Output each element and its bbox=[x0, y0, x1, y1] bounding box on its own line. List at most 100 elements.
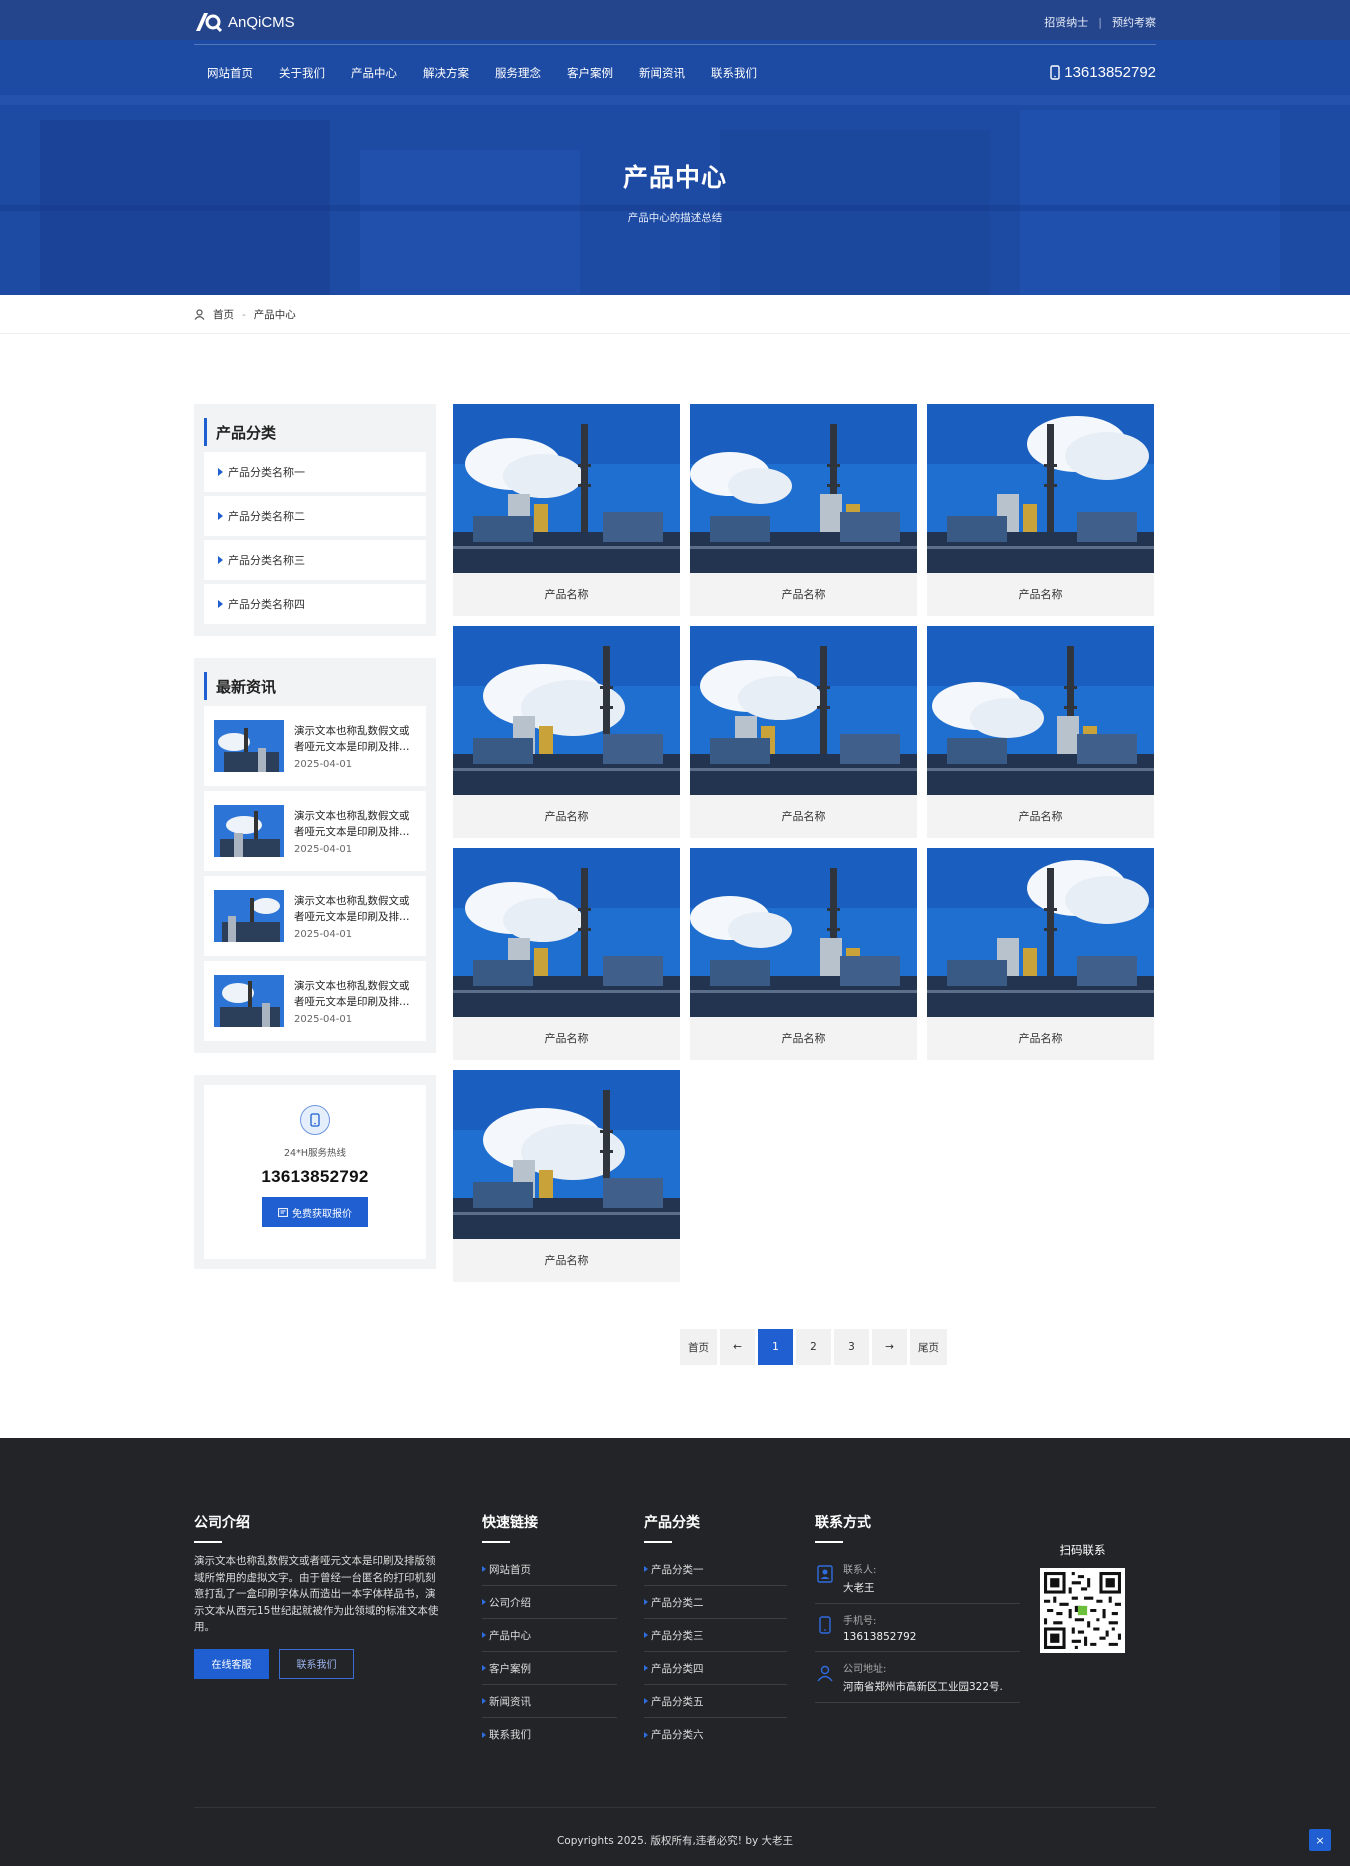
message-icon bbox=[278, 1207, 288, 1217]
triangle-right-icon bbox=[218, 468, 223, 476]
footer-divider bbox=[194, 1807, 1156, 1808]
top-link-recruit[interactable]: 招贤纳士 bbox=[1044, 14, 1088, 30]
triangle-right-icon bbox=[218, 600, 223, 608]
product-card[interactable]: 产品名称 bbox=[927, 848, 1154, 1060]
hotline-label: 24*H服务热线 bbox=[284, 1148, 346, 1159]
footer-columns: 公司介绍 演示文本也称乱数假文或者哑元文本是印刷及排版领域所常用的虚拟文字。由于… bbox=[194, 1438, 1156, 1751]
news-title: 演示文本也称乱数假文或者哑元文本是印刷及排… bbox=[294, 894, 410, 923]
product-card[interactable]: 产品名称 bbox=[453, 848, 680, 1060]
nav-item-products[interactable]: 产品中心 bbox=[338, 65, 410, 81]
news-thumbnail bbox=[214, 975, 284, 1027]
close-float-button[interactable]: × bbox=[1309, 1829, 1331, 1851]
user-location-icon bbox=[817, 1665, 833, 1682]
footer-contact: 联系方式 联系人: 大老王 手机号: 13613852792 公司地址: 河南省郑州市… bbox=[815, 1512, 1020, 1751]
product-card[interactable]: 产品名称 bbox=[690, 848, 917, 1060]
top-links: 招贤纳士 | 预约考察 bbox=[1044, 14, 1156, 30]
product-card[interactable]: 产品名称 bbox=[690, 626, 917, 838]
footer-category-link[interactable]: 产品分类三 bbox=[644, 1619, 787, 1652]
page-prev[interactable]: ← bbox=[720, 1329, 755, 1365]
top-link-visit[interactable]: 预约考察 bbox=[1112, 14, 1156, 30]
nav-item-solutions[interactable]: 解决方案 bbox=[410, 65, 482, 81]
quote-button[interactable]: 免费获取报价 bbox=[262, 1197, 368, 1227]
qr-code-icon bbox=[1044, 1572, 1121, 1649]
contact-person-label: 联系人: bbox=[843, 1565, 877, 1576]
footer-category-label: 产品分类三 bbox=[651, 1629, 704, 1642]
page-first[interactable]: 首页 bbox=[680, 1329, 717, 1365]
header-phone-number: 13613852792 bbox=[1064, 64, 1156, 81]
category-item[interactable]: 产品分类名称三 bbox=[204, 540, 426, 580]
nav-item-contact[interactable]: 联系我们 bbox=[698, 65, 770, 81]
footer-link-label: 产品中心 bbox=[489, 1629, 531, 1642]
nav-item-service[interactable]: 服务理念 bbox=[482, 65, 554, 81]
product-name: 产品名称 bbox=[544, 810, 589, 823]
footer-quick-links: 快速链接 网站首页 公司介绍 产品中心 客户案例 新闻资讯 联系我们 bbox=[482, 1512, 617, 1751]
page-number-2[interactable]: 2 bbox=[796, 1329, 831, 1365]
footer-category-link[interactable]: 产品分类四 bbox=[644, 1652, 787, 1685]
news-item[interactable]: 演示文本也称乱数假文或者哑元文本是印刷及排… 2025-04-01 bbox=[204, 706, 426, 786]
category-item[interactable]: 产品分类名称四 bbox=[204, 584, 426, 624]
footer-category-link[interactable]: 产品分类五 bbox=[644, 1685, 787, 1718]
footer-category-label: 产品分类六 bbox=[651, 1729, 704, 1741]
news-thumbnail bbox=[214, 890, 284, 942]
main-content: 产品分类 产品分类名称一 产品分类名称二 产品分类名称三 产品分类名称四 最新资… bbox=[194, 334, 1156, 1291]
product-image bbox=[690, 404, 917, 573]
footer-category-label: 产品分类四 bbox=[651, 1662, 704, 1675]
page-next[interactable]: → bbox=[872, 1329, 907, 1365]
footer-link[interactable]: 联系我们 bbox=[482, 1718, 617, 1751]
news-title: 演示文本也称乱数假文或者哑元文本是印刷及排… bbox=[294, 979, 410, 1008]
product-card[interactable]: 产品名称 bbox=[927, 404, 1154, 616]
header-phone[interactable]: 13613852792 bbox=[1050, 64, 1156, 81]
product-image bbox=[453, 848, 680, 1017]
nav-item-cases[interactable]: 客户案例 bbox=[554, 65, 626, 81]
site-logo[interactable]: AnQiCMS bbox=[194, 11, 295, 33]
footer-link-label: 网站首页 bbox=[489, 1563, 531, 1576]
breadcrumb-bar: 首页 - 产品中心 bbox=[0, 295, 1350, 334]
triangle-right-icon bbox=[482, 1698, 486, 1704]
nav-item-home[interactable]: 网站首页 bbox=[194, 65, 266, 81]
footer-category-link[interactable]: 产品分类二 bbox=[644, 1586, 787, 1619]
mobile-phone-icon bbox=[310, 1113, 320, 1127]
page-last[interactable]: 尾页 bbox=[910, 1329, 947, 1365]
page-number-3[interactable]: 3 bbox=[834, 1329, 869, 1365]
product-card[interactable]: 产品名称 bbox=[927, 626, 1154, 838]
product-image bbox=[690, 848, 917, 1017]
news-date: 2025-04-01 bbox=[294, 758, 353, 770]
footer-link[interactable]: 客户案例 bbox=[482, 1652, 617, 1685]
main-nav: 网站首页 关于我们 产品中心 解决方案 服务理念 客户案例 新闻资讯 联系我们 bbox=[194, 65, 770, 81]
footer-link[interactable]: 公司介绍 bbox=[482, 1586, 617, 1619]
page-number-1[interactable]: 1 bbox=[758, 1329, 793, 1365]
nav-item-news[interactable]: 新闻资讯 bbox=[626, 65, 698, 81]
news-item[interactable]: 演示文本也称乱数假文或者哑元文本是印刷及排… 2025-04-01 bbox=[204, 961, 426, 1041]
category-box-title: 产品分类 bbox=[204, 418, 426, 446]
logo-icon bbox=[196, 13, 222, 33]
news-item[interactable]: 演示文本也称乱数假文或者哑元文本是印刷及排… 2025-04-01 bbox=[204, 876, 426, 956]
quote-button-label: 免费获取报价 bbox=[292, 1208, 352, 1220]
contact-us-button[interactable]: 联系我们 bbox=[279, 1648, 354, 1679]
footer-link[interactable]: 新闻资讯 bbox=[482, 1685, 617, 1718]
breadcrumb-home[interactable]: 首页 bbox=[213, 307, 234, 322]
pagination: 首页 ← 1 2 3 → 尾页 bbox=[194, 1329, 1156, 1365]
category-item[interactable]: 产品分类名称二 bbox=[204, 496, 426, 536]
footer-link[interactable]: 网站首页 bbox=[482, 1553, 617, 1586]
logo-text: AnQiCMS bbox=[228, 13, 295, 31]
product-image bbox=[453, 1070, 680, 1239]
product-card[interactable]: 产品名称 bbox=[453, 1070, 680, 1282]
news-item[interactable]: 演示文本也称乱数假文或者哑元文本是印刷及排… 2025-04-01 bbox=[204, 791, 426, 871]
news-date: 2025-04-01 bbox=[294, 843, 353, 855]
product-card[interactable]: 产品名称 bbox=[453, 404, 680, 616]
product-image bbox=[927, 626, 1154, 795]
product-name: 产品名称 bbox=[1018, 588, 1063, 601]
footer-category-link[interactable]: 产品分类六 bbox=[644, 1718, 787, 1751]
footer-link-label: 联系我们 bbox=[489, 1729, 531, 1741]
product-card[interactable]: 产品名称 bbox=[690, 404, 917, 616]
triangle-right-icon bbox=[218, 512, 223, 520]
footer-link[interactable]: 产品中心 bbox=[482, 1619, 617, 1652]
online-service-button[interactable]: 在线客服 bbox=[194, 1648, 269, 1679]
triangle-right-icon bbox=[644, 1632, 648, 1638]
category-item[interactable]: 产品分类名称一 bbox=[204, 452, 426, 492]
news-title: 演示文本也称乱数假文或者哑元文本是印刷及排… bbox=[294, 724, 410, 753]
footer-category-link[interactable]: 产品分类一 bbox=[644, 1553, 787, 1586]
product-card[interactable]: 产品名称 bbox=[453, 626, 680, 838]
nav-item-about[interactable]: 关于我们 bbox=[266, 65, 338, 81]
breadcrumb: 首页 - 产品中心 bbox=[194, 295, 1156, 334]
